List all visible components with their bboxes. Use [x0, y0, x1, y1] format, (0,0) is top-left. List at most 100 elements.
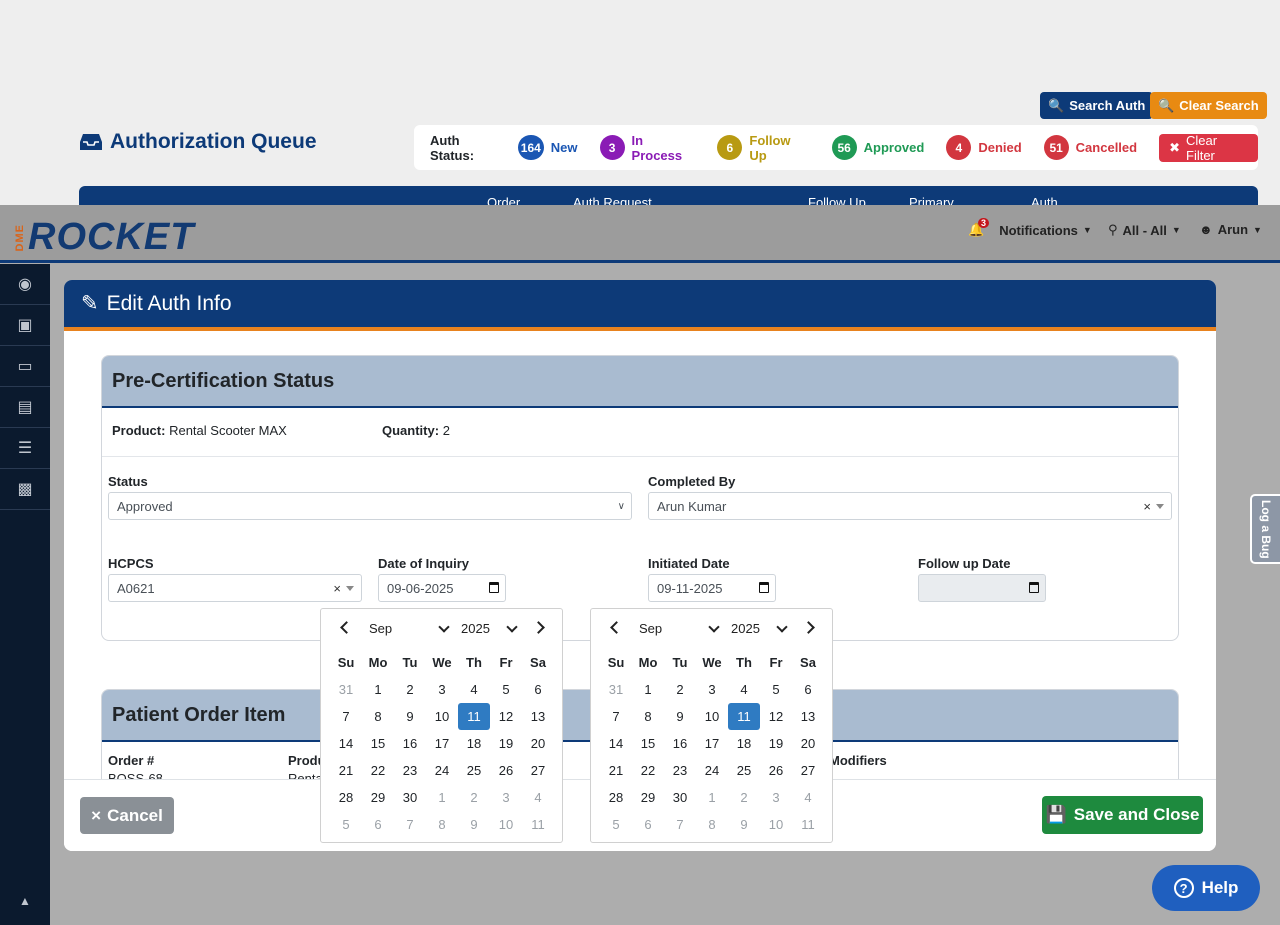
help-button[interactable]: ? Help [1152, 865, 1260, 911]
calendar-day[interactable]: 6 [522, 676, 554, 703]
calendar-day[interactable]: 2 [394, 676, 426, 703]
prev-month-icon[interactable] [610, 621, 623, 634]
calendar-day[interactable]: 30 [664, 784, 696, 811]
calendar-day[interactable]: 19 [760, 730, 792, 757]
calendar-day[interactable]: 16 [664, 730, 696, 757]
calendar-day[interactable]: 10 [696, 703, 728, 730]
calendar-day[interactable]: 25 [458, 757, 490, 784]
clear-search-button[interactable]: 🔍 Clear Search [1150, 92, 1267, 119]
next-month-icon[interactable] [802, 621, 815, 634]
month-select[interactable]: Sep [639, 621, 662, 636]
calendar-day[interactable]: 10 [426, 703, 458, 730]
calendar-day[interactable]: 13 [522, 703, 554, 730]
calendar-day[interactable]: 29 [632, 784, 664, 811]
calendar-day[interactable]: 29 [362, 784, 394, 811]
calendar-day[interactable]: 9 [394, 703, 426, 730]
calendar-day[interactable]: 3 [490, 784, 522, 811]
calendar-day[interactable]: 7 [330, 703, 362, 730]
calendar-day[interactable]: 8 [632, 703, 664, 730]
status-select[interactable]: Approved ∨ [108, 492, 632, 520]
calendar-day[interactable]: 31 [330, 676, 362, 703]
calendar-day[interactable]: 9 [664, 703, 696, 730]
calendar-day[interactable]: 2 [728, 784, 760, 811]
calendar-icon[interactable] [1029, 582, 1039, 593]
search-auth-button[interactable]: 🔍 Search Auth [1040, 92, 1154, 119]
status-filter-follow-up[interactable]: 6 Follow Up [717, 133, 809, 163]
year-select[interactable]: 2025 [731, 621, 760, 636]
prev-month-icon[interactable] [340, 621, 353, 634]
calendar-day[interactable]: 18 [728, 730, 760, 757]
date-inquiry-input[interactable]: 09-06-2025 [378, 574, 506, 602]
calendar-day[interactable]: 22 [632, 757, 664, 784]
calendar-day[interactable]: 24 [696, 757, 728, 784]
calendar-day[interactable]: 3 [760, 784, 792, 811]
calendar-day[interactable]: 1 [632, 676, 664, 703]
calendar-icon[interactable] [759, 582, 769, 593]
hcpcs-select[interactable]: A0621 × [108, 574, 362, 602]
follow-up-date-input[interactable] [918, 574, 1046, 602]
calendar-day[interactable]: 15 [362, 730, 394, 757]
calendar-day[interactable]: 5 [600, 811, 632, 838]
calendar-day[interactable]: 14 [330, 730, 362, 757]
calendar-day[interactable]: 11 [792, 811, 824, 838]
calendar-day[interactable]: 3 [696, 676, 728, 703]
sidebar-item-inbox[interactable]: ▭ [0, 346, 50, 387]
calendar-day[interactable]: 23 [664, 757, 696, 784]
calendar-day[interactable]: 12 [490, 703, 522, 730]
app-logo[interactable]: DME ROCKET [14, 216, 194, 259]
sidebar-item-reports[interactable]: ▩ [0, 469, 50, 510]
calendar-day[interactable]: 21 [600, 757, 632, 784]
calendar-day[interactable]: 23 [394, 757, 426, 784]
month-select[interactable]: Sep [369, 621, 392, 636]
calendar-day[interactable]: 15 [632, 730, 664, 757]
calendar-day[interactable]: 16 [394, 730, 426, 757]
save-and-close-button[interactable]: 💾 Save and Close [1042, 796, 1203, 834]
user-menu[interactable]: ☻ Arun ▼ [1199, 222, 1262, 237]
calendar-day[interactable]: 1 [426, 784, 458, 811]
calendar-day[interactable]: 17 [696, 730, 728, 757]
calendar-day[interactable]: 4 [728, 676, 760, 703]
calendar-day[interactable]: 8 [426, 811, 458, 838]
year-select[interactable]: 2025 [461, 621, 490, 636]
calendar-day[interactable]: 5 [330, 811, 362, 838]
calendar-day[interactable]: 2 [664, 676, 696, 703]
calendar-day[interactable]: 5 [490, 676, 522, 703]
calendar-day[interactable]: 4 [458, 676, 490, 703]
calendar-day[interactable]: 4 [792, 784, 824, 811]
calendar-day[interactable]: 17 [426, 730, 458, 757]
notifications-menu[interactable]: 🔔 3 Notifications ▼ [968, 218, 1092, 238]
sidebar-item-dashboard[interactable]: ◉ [0, 264, 50, 305]
status-filter-in-process[interactable]: 3 In Process [599, 133, 696, 163]
calendar-day[interactable]: 10 [760, 811, 792, 838]
clear-filter-button[interactable]: ✖ Clear Filter [1159, 133, 1258, 163]
sidebar-item-patients[interactable]: ▣ [0, 305, 50, 346]
next-month-icon[interactable] [532, 621, 545, 634]
calendar-day[interactable]: 25 [728, 757, 760, 784]
calendar-day[interactable]: 6 [632, 811, 664, 838]
status-filter-cancelled[interactable]: 51 Cancelled [1043, 135, 1137, 160]
calendar-day[interactable]: 11 [522, 811, 554, 838]
calendar-day[interactable]: 13 [792, 703, 824, 730]
calendar-day[interactable]: 2 [458, 784, 490, 811]
calendar-day[interactable]: 6 [792, 676, 824, 703]
location-menu[interactable]: ⚲ All - All ▼ [1108, 222, 1181, 238]
calendar-day[interactable]: 30 [394, 784, 426, 811]
calendar-day[interactable]: 1 [696, 784, 728, 811]
calendar-day[interactable]: 21 [330, 757, 362, 784]
calendar-day[interactable]: 5 [760, 676, 792, 703]
calendar-day[interactable]: 7 [664, 811, 696, 838]
pin-icon[interactable]: ▲ [19, 894, 31, 908]
calendar-day[interactable]: 18 [458, 730, 490, 757]
calendar-day[interactable]: 20 [522, 730, 554, 757]
calendar-day[interactable]: 9 [458, 811, 490, 838]
status-filter-approved[interactable]: 56 Approved [831, 135, 924, 160]
calendar-day[interactable]: 9 [728, 811, 760, 838]
calendar-day[interactable]: 7 [600, 703, 632, 730]
calendar-day[interactable]: 27 [792, 757, 824, 784]
calendar-day[interactable]: 10 [490, 811, 522, 838]
calendar-day[interactable]: 24 [426, 757, 458, 784]
clear-icon[interactable]: × [1143, 499, 1151, 514]
calendar-day[interactable]: 6 [362, 811, 394, 838]
calendar-day[interactable]: 19 [490, 730, 522, 757]
calendar-day[interactable]: 7 [394, 811, 426, 838]
